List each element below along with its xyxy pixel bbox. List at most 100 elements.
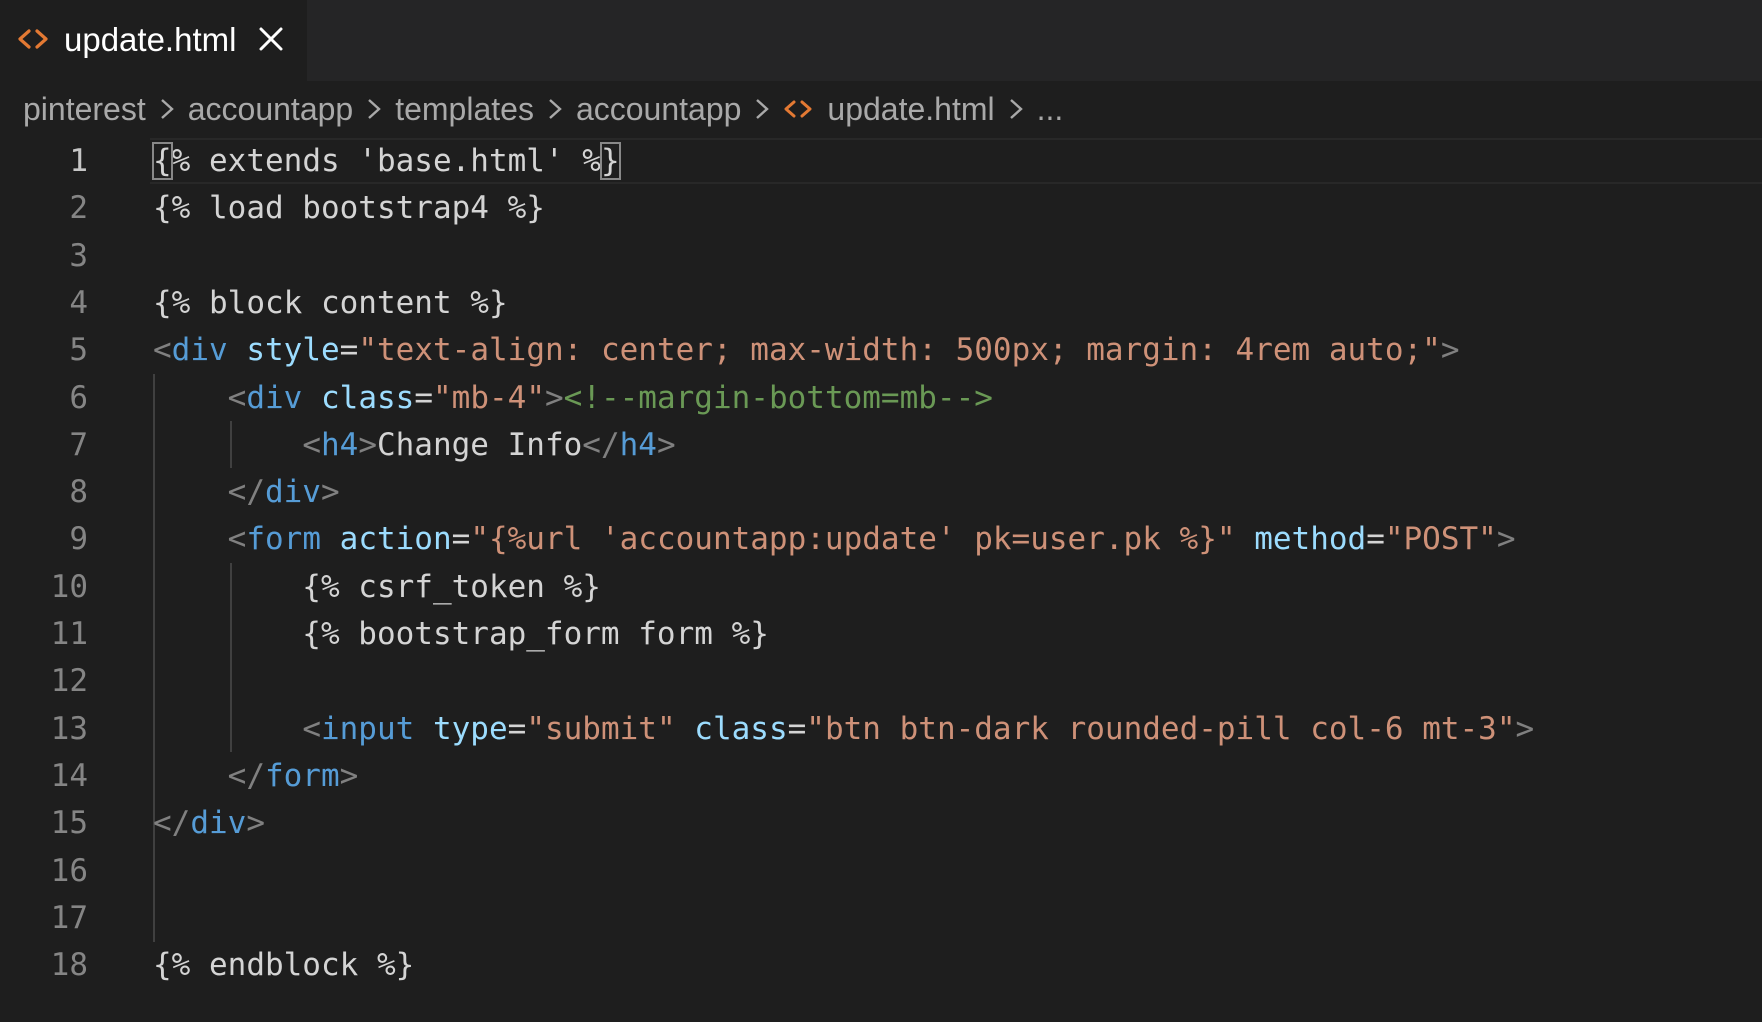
- html-file-icon: [784, 100, 812, 118]
- html-file-icon: [18, 29, 48, 49]
- code-text: {% endblock %}: [153, 947, 415, 984]
- code-text: =: [787, 710, 807, 747]
- line-content: {% endblock %}: [153, 942, 414, 989]
- bracket-match-close: }: [599, 142, 621, 180]
- code-line[interactable]: 11 {% bootstrap_form form %}: [0, 611, 1762, 658]
- chevron-right-icon: [1009, 99, 1023, 119]
- code-punctuation: >: [339, 757, 359, 794]
- code-text: Change Info: [376, 426, 583, 463]
- code-line[interactable]: 7 <h4>Change Info</h4>: [0, 422, 1762, 469]
- code-line[interactable]: 16: [0, 848, 1762, 895]
- tab-label: update.html: [64, 21, 237, 58]
- code-string: "mb-4": [433, 379, 545, 416]
- code-punctuation: </: [227, 757, 265, 794]
- code-tag-name: div: [171, 332, 228, 369]
- code-text: =: [451, 521, 471, 558]
- code-punctuation: <: [302, 426, 321, 463]
- code-punctuation: <: [227, 521, 247, 558]
- breadcrumb-item-templates[interactable]: templates: [395, 91, 534, 128]
- code-tag-name: h4: [320, 426, 359, 463]
- line-content: {% csrf_token %}: [153, 564, 601, 611]
- line-number: 1: [69, 143, 88, 179]
- code-punctuation: >: [1496, 521, 1516, 558]
- line-number: 9: [69, 521, 88, 558]
- code-text: {% load bootstrap4 %}: [153, 190, 545, 227]
- line-number: 7: [69, 426, 88, 463]
- code-text: =: [1366, 521, 1385, 558]
- code-punctuation: >: [320, 474, 340, 511]
- code-text: {% csrf_token %}: [153, 568, 601, 605]
- code-string: "btn btn-dark rounded-pill col-6 mt-3": [806, 710, 1516, 747]
- code-line[interactable]: 10 {% csrf_token %}: [0, 564, 1762, 611]
- code-line[interactable]: 2 {% load bootstrap4 %}: [0, 185, 1762, 232]
- code-line[interactable]: 12: [0, 658, 1762, 705]
- code-tag-name: div: [246, 379, 303, 416]
- code-line[interactable]: 9 <form action="{%url 'accountapp:update…: [0, 516, 1762, 563]
- breadcrumb-item-accountapp-sub[interactable]: accountapp: [576, 91, 741, 128]
- code-text: =: [414, 379, 433, 416]
- code-line[interactable]: 15 </div>: [0, 800, 1762, 847]
- code-line[interactable]: 1 {% extends 'base.html' %}: [0, 138, 1762, 185]
- code-editor[interactable]: 1 {% extends 'base.html' %} 2 {% load boots…: [0, 138, 1762, 1022]
- code-text: {% block content %}: [153, 284, 508, 321]
- code-line[interactable]: 13 <input type="submit" class="btn btn-d…: [0, 706, 1762, 753]
- close-icon[interactable]: [256, 24, 286, 54]
- code-text: =: [339, 332, 359, 369]
- line-content: </div>: [153, 800, 265, 847]
- code-line[interactable]: 14 </form>: [0, 753, 1762, 800]
- code-line[interactable]: 5 <div style="text-align: center; max-wid…: [0, 327, 1762, 374]
- code-line[interactable]: 4 {% block content %}: [0, 280, 1762, 327]
- code-line[interactable]: 6 <div class="mb-4"><!--margin-bottom=mb…: [0, 375, 1762, 422]
- code-punctuation: >: [1440, 332, 1460, 369]
- code-punctuation: </: [582, 426, 620, 463]
- line-number: 17: [50, 899, 88, 936]
- chevron-right-icon: [160, 99, 174, 119]
- breadcrumb-item-accountapp[interactable]: accountapp: [188, 91, 353, 128]
- code-line[interactable]: 8 </div>: [0, 469, 1762, 516]
- breadcrumb-item-file[interactable]: update.html: [783, 91, 995, 128]
- breadcrumb: pinterest accountapp templates accountap…: [0, 81, 1762, 137]
- chevron-right-icon: [549, 99, 562, 119]
- line-content: <h4>Change Info</h4>: [153, 422, 676, 469]
- line-number: 18: [50, 947, 88, 984]
- code-punctuation: >: [1515, 710, 1535, 747]
- code-string: "POST": [1384, 521, 1497, 558]
- line-content: {% load bootstrap4 %}: [153, 185, 545, 232]
- line-number: 14: [50, 757, 88, 794]
- breadcrumb-item-symbols[interactable]: ...: [1037, 91, 1064, 128]
- code-line[interactable]: 3: [0, 233, 1762, 280]
- code-punctuation: </: [153, 805, 191, 842]
- line-content: {% extends 'base.html' %}: [152, 138, 621, 185]
- code-tag-name: input: [320, 710, 415, 747]
- tab-update-html[interactable]: update.html: [0, 0, 307, 81]
- line-content: <input type="submit" class="btn btn-dark…: [153, 706, 1534, 753]
- line-number: 8: [69, 474, 88, 511]
- bracket-match-open: {: [152, 142, 173, 180]
- code-string: "text-align: center; max-width: 500px; m…: [358, 332, 1441, 369]
- code-text: % extends 'base.html' %: [171, 143, 601, 179]
- code-punctuation: >: [656, 426, 676, 463]
- code-line[interactable]: 17: [0, 895, 1762, 942]
- tab-bar: update.html: [0, 0, 1762, 81]
- line-content: <div class="mb-4"><!--margin-bottom=mb--…: [153, 375, 993, 422]
- bracket-match: {% extends 'base.html' %}: [152, 142, 621, 180]
- code-tag-name: div: [190, 805, 247, 842]
- code-punctuation: >: [246, 805, 265, 842]
- code-tag-name: div: [264, 474, 321, 511]
- breadcrumb-item-pinterest[interactable]: pinterest: [23, 91, 146, 128]
- code-tag-name: form: [264, 757, 340, 794]
- line-content: </form>: [153, 753, 359, 800]
- line-number: 13: [50, 710, 88, 747]
- code-line[interactable]: 18 {% endblock %}: [0, 942, 1762, 989]
- line-content: <form action="{%url 'accountapp:update' …: [153, 516, 1516, 563]
- code-punctuation: >: [544, 379, 564, 416]
- code-text: {% bootstrap_form form %}: [153, 616, 769, 652]
